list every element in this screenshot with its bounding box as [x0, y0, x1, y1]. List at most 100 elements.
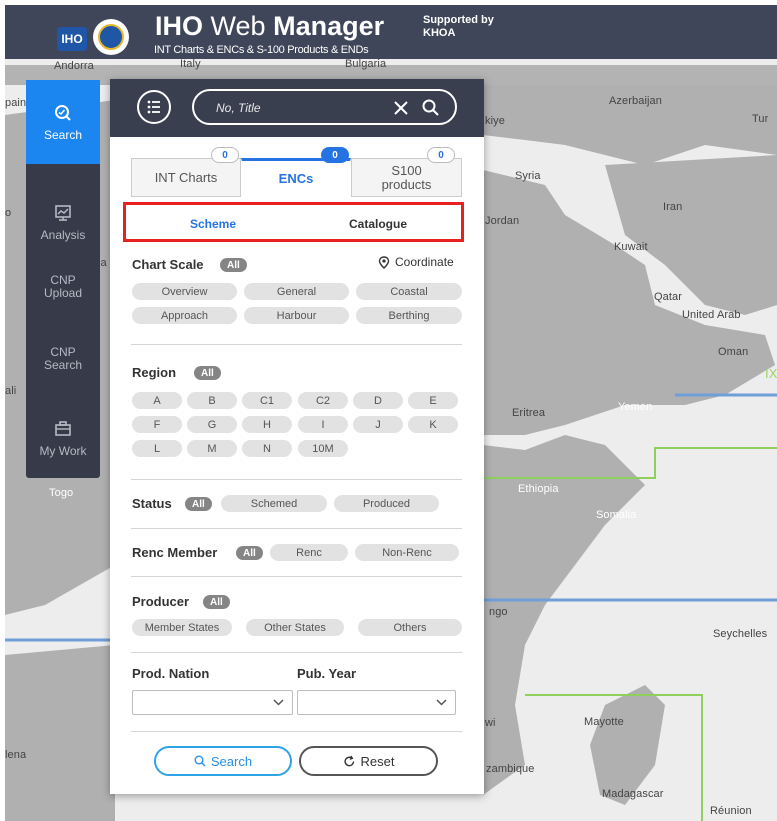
- map-label-togo: Togo: [49, 487, 74, 499]
- nav-search[interactable]: Search: [26, 80, 100, 164]
- search-panel: INT Charts ENCs S100 products 0 0 0 Sche…: [110, 79, 484, 794]
- region-chip[interactable]: D: [353, 392, 403, 409]
- region-chip[interactable]: F: [132, 416, 182, 433]
- close-icon[interactable]: [392, 99, 410, 117]
- region-chip[interactable]: C1: [242, 392, 292, 409]
- prod-nation-select[interactable]: [132, 690, 293, 715]
- map-label-region-ix: IX: [765, 366, 777, 381]
- region-chip[interactable]: 10M: [298, 440, 348, 457]
- map-label-iran: Iran: [663, 201, 683, 213]
- map-label-azerbaijan: Azerbaijan: [609, 95, 662, 107]
- map-label-qatar: Qatar: [654, 291, 683, 303]
- reset-button[interactable]: Reset: [299, 746, 438, 776]
- chart-scale-harbour[interactable]: Harbour: [244, 307, 349, 324]
- map-label-turkmen: Tur: [752, 113, 769, 125]
- tab-encs[interactable]: ENCs: [241, 158, 351, 197]
- divider: [131, 576, 462, 577]
- chevron-down-icon: [436, 699, 447, 706]
- region-chip[interactable]: G: [187, 416, 237, 433]
- map-label-yemen: Yemen: [618, 401, 653, 413]
- renc-member-non-renc[interactable]: Non-Renc: [355, 544, 459, 561]
- briefcase-icon: [55, 420, 71, 436]
- search-icon: [55, 104, 71, 121]
- map-label-spain: pain: [5, 97, 27, 109]
- iho-logo: IHO: [55, 25, 89, 53]
- region-chip[interactable]: C2: [298, 392, 348, 409]
- chart-scale-overview[interactable]: Overview: [132, 283, 237, 300]
- status-produced[interactable]: Produced: [334, 495, 439, 512]
- coordinate-toggle[interactable]: Coordinate: [378, 255, 454, 269]
- search-input[interactable]: [216, 99, 376, 117]
- subtab-catalogue[interactable]: Catalogue: [349, 217, 407, 231]
- renc-member-all[interactable]: All: [236, 546, 263, 560]
- map-label-eritrea: Eritrea: [512, 407, 546, 419]
- map-label-reunion: Réunion: [710, 805, 752, 817]
- region-chip[interactable]: E: [408, 392, 458, 409]
- map-label-andorra: Andorra: [54, 60, 94, 72]
- list-menu-icon: [147, 100, 160, 114]
- region-chip[interactable]: L: [132, 440, 182, 457]
- region-chip[interactable]: N: [242, 440, 292, 457]
- nav-my-work[interactable]: My Work: [26, 396, 100, 480]
- renc-member-renc[interactable]: Renc: [270, 544, 348, 561]
- map-label-madagascar: Madagascar: [602, 788, 664, 800]
- tab-int-charts[interactable]: INT Charts: [131, 158, 241, 197]
- search-button[interactable]: Search: [154, 746, 292, 776]
- map-label-ethiopia: Ethiopia: [518, 483, 559, 495]
- tab-count-encs: 0: [321, 147, 349, 163]
- region-chip[interactable]: A: [132, 392, 182, 409]
- map-label-morocco: o: [5, 207, 12, 219]
- producer-others[interactable]: Others: [358, 619, 462, 636]
- map-label-helena: lena: [5, 749, 27, 761]
- search-box: [192, 89, 457, 125]
- map-label-kuwait: Kuwait: [614, 241, 648, 253]
- producer-member-states[interactable]: Member States: [132, 619, 232, 636]
- map-label-uae: United Arab: [682, 309, 741, 321]
- region-chip[interactable]: H: [242, 416, 292, 433]
- menu-button[interactable]: [137, 90, 171, 124]
- chart-scale-general[interactable]: General: [244, 283, 349, 300]
- producer-other-states[interactable]: Other States: [246, 619, 344, 636]
- pub-year-select[interactable]: [297, 690, 456, 715]
- map-label-somalia: Somalia: [596, 509, 637, 521]
- map-label-jordan: Jordan: [485, 215, 520, 227]
- iho-emblem-icon: [93, 19, 129, 55]
- chart-scale-approach[interactable]: Approach: [132, 307, 237, 324]
- status-title: Status: [132, 496, 172, 511]
- tab-count-int-charts: 0: [211, 147, 239, 163]
- map-label-mozambique: zambique: [486, 763, 535, 775]
- subtab-scheme[interactable]: Scheme: [190, 217, 236, 231]
- region-chip[interactable]: J: [353, 416, 403, 433]
- chart-scale-coastal[interactable]: Coastal: [356, 283, 462, 300]
- region-chip[interactable]: I: [298, 416, 348, 433]
- divider: [131, 731, 462, 732]
- left-nav: Search Analysis CNP Upload CNP Search My…: [26, 80, 100, 478]
- status-all[interactable]: All: [185, 497, 212, 511]
- tab-s100-products[interactable]: S100 products: [351, 158, 462, 197]
- map-label-bulgaria: Bulgaria: [345, 58, 387, 70]
- chart-icon: [55, 204, 71, 221]
- status-schemed[interactable]: Schemed: [221, 495, 327, 512]
- scheme-catalogue-tabs: Scheme Catalogue: [123, 202, 464, 242]
- producer-all[interactable]: All: [203, 595, 230, 609]
- divider: [131, 528, 462, 529]
- panel-header: [110, 79, 484, 137]
- chart-scale-all[interactable]: All: [220, 258, 247, 272]
- map-label-italy: Italy: [180, 58, 201, 70]
- location-pin-icon: [378, 255, 390, 269]
- divider: [131, 652, 462, 653]
- renc-member-title: Renc Member: [132, 545, 218, 560]
- region-all[interactable]: All: [194, 366, 221, 380]
- app-subtitle: INT Charts & ENCs & S-100 Products & END…: [154, 44, 369, 56]
- chart-scale-berthing[interactable]: Berthing: [356, 307, 462, 324]
- region-chip[interactable]: K: [408, 416, 458, 433]
- map-label-malawi: wi: [485, 717, 496, 729]
- tab-count-s100: 0: [427, 147, 455, 163]
- region-chip[interactable]: M: [187, 440, 237, 457]
- map-label-oman: Oman: [718, 346, 749, 358]
- divider: [131, 344, 462, 345]
- region-chip[interactable]: B: [187, 392, 237, 409]
- chart-scale-title: Chart Scale: [132, 257, 204, 272]
- search-icon[interactable]: [421, 98, 440, 117]
- nav-cnp-search[interactable]: CNP Search: [26, 317, 100, 401]
